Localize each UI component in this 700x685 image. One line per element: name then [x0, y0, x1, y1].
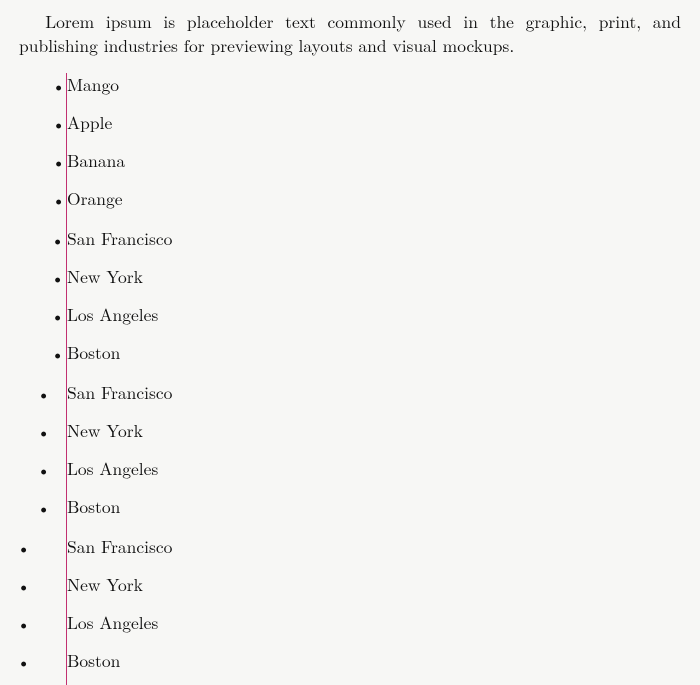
bullet-icon: •	[37, 418, 47, 444]
list-item: • Orange	[0, 186, 700, 212]
bullet-icon: •	[17, 648, 27, 674]
list-item-label: San Francisco	[67, 380, 172, 406]
list-item: • New York	[0, 264, 700, 290]
list-item: • Los Angeles	[0, 456, 700, 482]
list-item-label: Apple	[67, 110, 112, 136]
bullet-icon: •	[51, 340, 61, 366]
list-item-label: Boston	[67, 340, 120, 366]
list-item: • Mango	[0, 72, 700, 98]
list-item-label: Banana	[67, 148, 125, 174]
list-item-label: Boston	[67, 494, 120, 520]
list-item-label: Mango	[67, 72, 119, 98]
bullet-icon: •	[17, 610, 27, 636]
bullet-icon: •	[37, 456, 47, 482]
list-item: • New York	[0, 572, 700, 598]
list-item-label: Los Angeles	[67, 456, 158, 482]
list-item: • Boston	[0, 648, 700, 674]
list-item: • San Francisco	[0, 380, 700, 406]
list-item: • New York	[0, 418, 700, 444]
bullet-icon: •	[17, 572, 27, 598]
list-item-label: New York	[67, 572, 143, 598]
list-item: • San Francisco	[0, 534, 700, 560]
list-item: • Los Angeles	[0, 302, 700, 328]
list-item-label: New York	[67, 418, 143, 444]
list-item: • San Francisco	[0, 226, 700, 252]
intro-paragraph: Lorem ipsum is placeholder text commonly…	[19, 10, 681, 57]
list-item-label: San Francisco	[67, 226, 172, 252]
bullet-icon: •	[17, 534, 27, 560]
list-item-label: New York	[67, 264, 143, 290]
list-item-label: Los Angeles	[67, 610, 158, 636]
list-item: • Boston	[0, 494, 700, 520]
bullet-icon: •	[37, 494, 47, 520]
bullet-icon: •	[51, 226, 61, 252]
list-item-label: San Francisco	[67, 534, 172, 560]
bullet-icon: •	[51, 302, 61, 328]
list-item-label: Los Angeles	[67, 302, 158, 328]
list-item-label: Orange	[67, 186, 122, 212]
list-item: • Apple	[0, 110, 700, 136]
list-item: • Banana	[0, 148, 700, 174]
bullet-icon: •	[52, 148, 62, 174]
list-item: • Los Angeles	[0, 610, 700, 636]
list-item-label: Boston	[67, 648, 120, 674]
bullet-icon: •	[52, 110, 62, 136]
bullet-icon: •	[37, 380, 47, 406]
bullet-icon: •	[52, 186, 62, 212]
list-item: • Boston	[0, 340, 700, 366]
bullet-icon: •	[52, 72, 62, 98]
bullet-icon: •	[51, 264, 61, 290]
